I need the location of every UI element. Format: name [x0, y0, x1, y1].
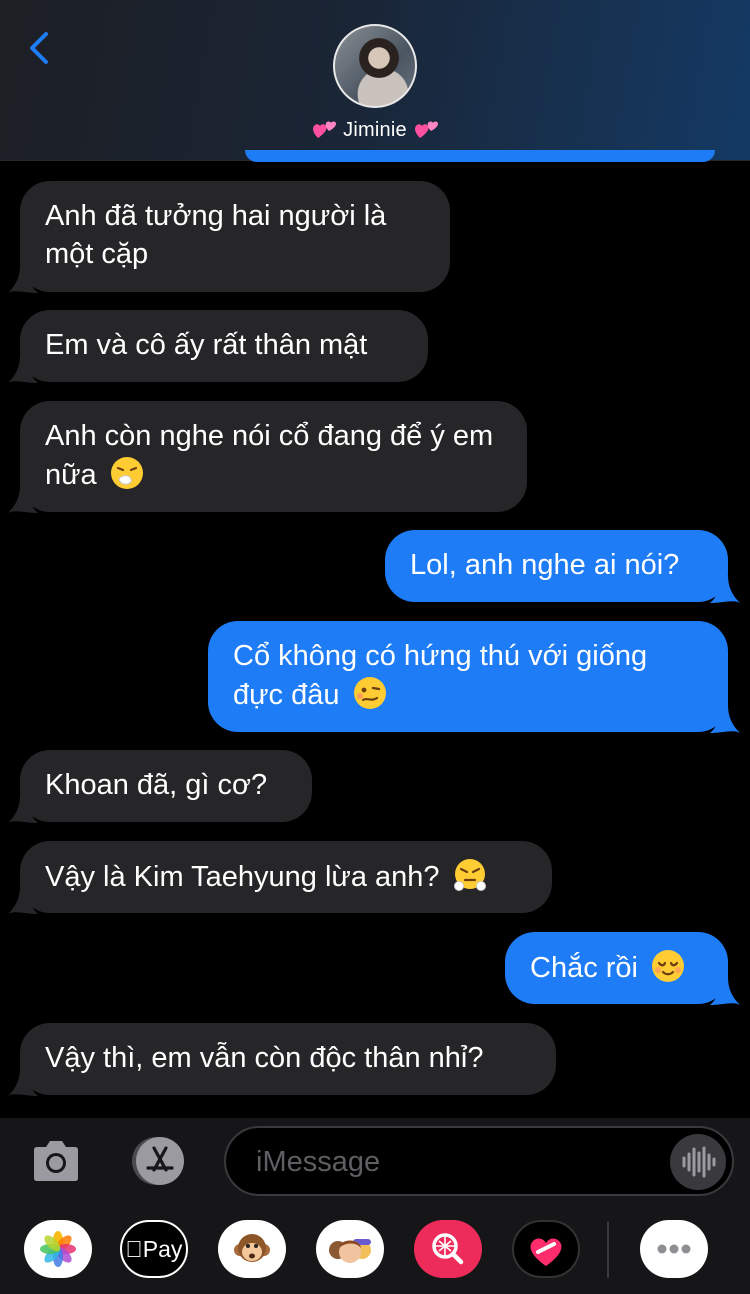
two-hearts-emoji	[414, 121, 438, 138]
message-text: Cổ không có hứng thú với giống đực đâu	[233, 640, 648, 711]
message-bubble-received[interactable]: Em và cô ấy rất thân mật	[8, 310, 428, 383]
memoji-icon[interactable]	[316, 1220, 384, 1278]
bubble-tail	[710, 977, 740, 1005]
bubble-tail	[8, 355, 38, 383]
previous-sent-bubble-edge	[245, 150, 715, 162]
contact-avatar[interactable]	[333, 24, 417, 108]
apple-pay-icon[interactable]: Pay	[120, 1220, 188, 1278]
animoji-icon[interactable]	[218, 1220, 286, 1278]
relieved-face-emoji	[652, 950, 685, 982]
face-with-steam-emoji	[453, 859, 486, 891]
message-bubble-sent[interactable]: Lol, anh nghe ai nói?	[385, 530, 740, 603]
two-hearts-emoji	[313, 121, 337, 138]
chevron-left-icon[interactable]	[22, 28, 62, 68]
app-drawer: Pay	[0, 1220, 750, 1280]
bubble-tail	[8, 795, 38, 823]
message-bubble-sent[interactable]: Chắc rồi	[505, 932, 740, 1005]
bubble-tail	[710, 575, 740, 603]
bubble-tail	[8, 265, 38, 293]
conversation-header: Jiminie	[0, 0, 750, 161]
message-bubble-received[interactable]: Anh đã tưởng hai người là một cặp	[8, 181, 450, 293]
woozy-face-emoji	[353, 677, 386, 709]
message-placeholder: iMessage	[256, 1146, 381, 1178]
message-text: Anh đã tưởng hai người là một cặp	[45, 200, 387, 270]
bubble-tail	[710, 705, 740, 733]
message-text: Vậy thì, em vẫn còn độc thân nhỉ?	[45, 1042, 484, 1074]
message-text: Lol, anh nghe ai nói?	[410, 549, 680, 581]
web-search-icon[interactable]	[414, 1220, 482, 1278]
apple-pay-label: Pay	[134, 1236, 183, 1262]
message-text: Vậy là Kim Taehyung lừa anh?	[45, 861, 440, 893]
message-text: Khoan đã, gì cơ?	[45, 769, 268, 801]
bubble-tail	[8, 886, 38, 914]
bubble-tail	[8, 485, 38, 513]
sneezing-face-emoji	[110, 457, 143, 489]
app-drawer-divider	[607, 1222, 609, 1278]
message-bubble-received[interactable]: Anh còn nghe nói cổ đang để ý em nữa	[8, 401, 527, 513]
message-bubble-received[interactable]: Vậy thì, em vẫn còn độc thân nhỉ?	[8, 1023, 556, 1096]
bubble-tail	[8, 1068, 38, 1096]
contact-name-row[interactable]: Jiminie	[0, 118, 750, 142]
message-bubble-received[interactable]: Vậy là Kim Taehyung lừa anh?	[8, 841, 552, 914]
more-apps-icon[interactable]	[640, 1220, 708, 1278]
message-input[interactable]: iMessage	[224, 1126, 734, 1196]
message-text: Em và cô ấy rất thân mật	[45, 329, 368, 361]
message-bubble-sent[interactable]: Cổ không có hứng thú với giống đực đâu	[208, 621, 740, 733]
message-bubble-received[interactable]: Khoan đã, gì cơ?	[8, 750, 312, 823]
digital-touch-icon[interactable]	[512, 1220, 580, 1278]
message-text: Chắc rồi	[530, 952, 638, 984]
photos-app-icon[interactable]	[24, 1220, 92, 1278]
app-store-icon[interactable]	[126, 1136, 192, 1186]
apple-logo-icon: 	[126, 1236, 143, 1262]
waveform-icon[interactable]	[670, 1134, 726, 1190]
contact-name: Jiminie	[343, 119, 407, 141]
camera-icon[interactable]	[30, 1138, 82, 1184]
